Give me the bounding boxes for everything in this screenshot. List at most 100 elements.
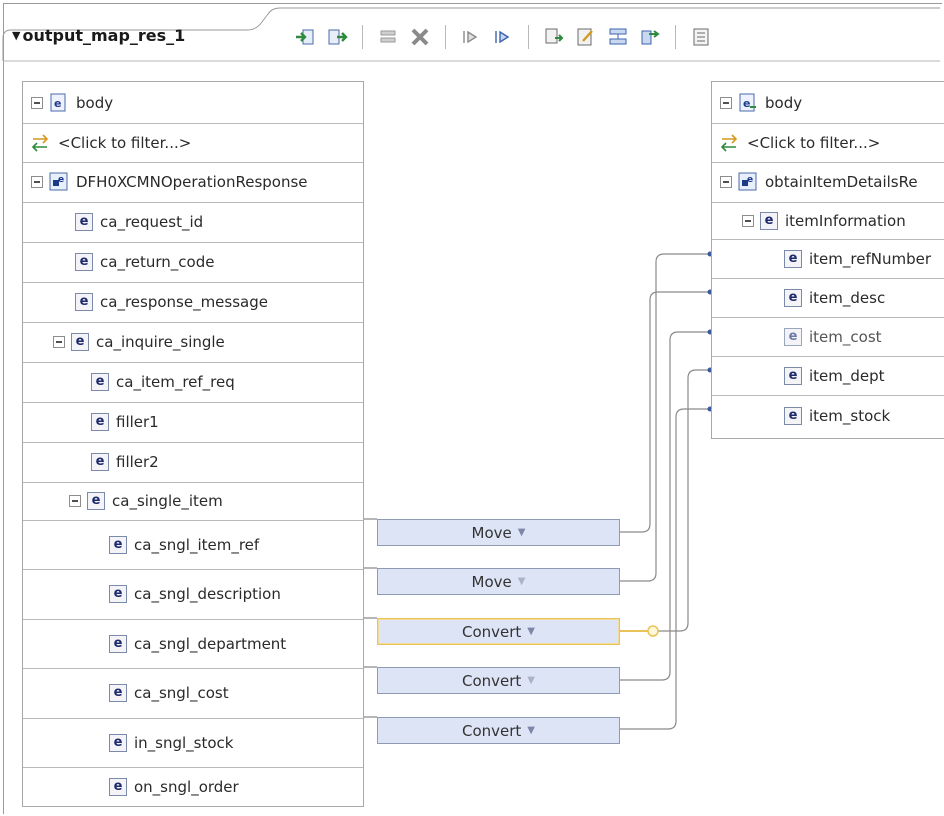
element-icon: e bbox=[109, 733, 127, 752]
tree-row[interactable]: e ca_sngl_description bbox=[23, 569, 363, 620]
tree-row[interactable]: e item_dept bbox=[712, 356, 944, 396]
dropdown-arrow-icon[interactable]: ▼ bbox=[527, 675, 535, 686]
tree-row[interactable]: e filler2 bbox=[23, 442, 363, 483]
element-icon: e bbox=[784, 288, 802, 307]
tree-row-label: ca_request_id bbox=[100, 213, 204, 231]
complex-type-icon: e bbox=[738, 172, 758, 192]
element-icon: e bbox=[109, 535, 127, 554]
collapse-icon[interactable] bbox=[69, 495, 81, 507]
filter-row[interactable]: <Click to filter...> bbox=[23, 123, 363, 163]
element-icon: e bbox=[784, 366, 802, 385]
tree-row-label: itemInformation bbox=[785, 211, 906, 230]
element-icon: e bbox=[109, 634, 127, 653]
element-icon: e bbox=[71, 333, 89, 351]
tree-row[interactable]: e item_refNumber bbox=[712, 239, 944, 279]
move-transform[interactable]: Move ▼ bbox=[377, 568, 620, 595]
svg-text:e: e bbox=[747, 175, 753, 185]
dropdown-arrow-icon[interactable]: ▼ bbox=[527, 725, 535, 736]
convert-transform[interactable]: Convert ▼ bbox=[377, 717, 620, 744]
transform-label: Move bbox=[471, 572, 512, 591]
tree-row-label: item_stock bbox=[809, 407, 891, 425]
tree-row[interactable]: e ca_sngl_department bbox=[23, 619, 363, 669]
dropdown-arrow-icon[interactable]: ▼ bbox=[518, 576, 526, 587]
tree-row-label: ca_single_item bbox=[112, 492, 223, 510]
collapse-icon[interactable] bbox=[53, 336, 65, 348]
element-icon: e bbox=[760, 211, 778, 230]
dropdown-arrow-icon[interactable]: ▼ bbox=[518, 527, 526, 538]
tree-root-row[interactable]: e body bbox=[712, 82, 944, 124]
element-icon: e bbox=[91, 413, 109, 431]
dropdown-arrow-icon[interactable]: ▼ bbox=[527, 626, 535, 637]
element-icon: e bbox=[784, 249, 802, 268]
tree-row[interactable]: e DFH0XCMNOperationResponse bbox=[23, 162, 363, 203]
filter-icon bbox=[31, 133, 51, 153]
tree-row[interactable]: e on_sngl_order bbox=[23, 767, 363, 806]
transform-label: Move bbox=[471, 523, 512, 542]
convert-transform[interactable]: Convert ▼ bbox=[377, 618, 620, 645]
filter-row[interactable]: <Click to filter...> bbox=[712, 123, 944, 163]
element-icon: e bbox=[109, 684, 127, 702]
move-transform[interactable]: Move ▼ bbox=[377, 519, 620, 546]
tree-row-label: ca_sngl_description bbox=[134, 585, 281, 603]
tree-row[interactable]: e ca_sngl_item_ref bbox=[23, 520, 363, 570]
tree-row[interactable]: e ca_single_item bbox=[23, 482, 363, 521]
svg-text:e: e bbox=[58, 175, 64, 185]
tree-row-label: ca_item_ref_req bbox=[116, 373, 235, 391]
element-icon: e bbox=[75, 213, 93, 231]
collapse-icon[interactable] bbox=[720, 96, 732, 109]
element-icon: e bbox=[91, 373, 109, 391]
filter-icon bbox=[720, 133, 740, 153]
tree-root-label: body bbox=[765, 93, 803, 112]
collapse-icon[interactable] bbox=[31, 176, 43, 188]
tree-row-label: filler1 bbox=[116, 413, 159, 431]
tree-row[interactable]: e ca_response_message bbox=[23, 282, 363, 323]
tree-row-label: DFH0XCMNOperationResponse bbox=[76, 173, 308, 191]
document-root-icon: e bbox=[49, 93, 69, 113]
tree-row[interactable]: e in_sngl_stock bbox=[23, 718, 363, 768]
element-icon: e bbox=[91, 453, 109, 471]
tree-row-label: item_dept bbox=[809, 366, 885, 385]
target-tree-panel: e body <Click to filter...> e obtainItem… bbox=[711, 81, 944, 439]
transform-label: Convert bbox=[461, 671, 522, 690]
tree-row[interactable]: e obtainItemDetailsRe bbox=[712, 162, 944, 203]
tree-row[interactable]: e item_cost bbox=[712, 317, 944, 357]
svg-text:e: e bbox=[743, 97, 750, 110]
source-tree-panel: e body <Click to filter...> e DFH0XCMNOp… bbox=[22, 81, 364, 807]
complex-type-icon: e bbox=[49, 172, 69, 192]
tree-row[interactable]: e ca_inquire_single bbox=[23, 322, 363, 363]
collapse-icon[interactable] bbox=[720, 176, 732, 188]
tree-row[interactable]: e ca_sngl_cost bbox=[23, 668, 363, 719]
tree-row-label: ca_sngl_cost bbox=[134, 684, 229, 702]
tree-row-label: obtainItemDetailsRe bbox=[765, 173, 918, 191]
tree-row-label: ca_response_message bbox=[100, 293, 268, 311]
tree-row[interactable]: e item_desc bbox=[712, 278, 944, 318]
collapse-icon[interactable] bbox=[742, 214, 754, 227]
element-icon: e bbox=[784, 407, 802, 425]
transform-label: Convert bbox=[461, 721, 522, 740]
convert-transform[interactable]: Convert ▼ bbox=[377, 667, 620, 694]
tree-row[interactable]: e item_stock bbox=[712, 395, 944, 437]
tree-row-label: ca_sngl_department bbox=[134, 634, 287, 653]
tree-row-label: ca_inquire_single bbox=[96, 333, 225, 351]
tree-row[interactable]: e itemInformation bbox=[712, 202, 944, 240]
element-icon: e bbox=[75, 293, 93, 311]
tree-row-label: filler2 bbox=[116, 453, 159, 471]
element-icon: e bbox=[784, 327, 802, 346]
element-icon: e bbox=[87, 492, 105, 510]
transform-label: Convert bbox=[461, 622, 522, 641]
tree-row[interactable]: e ca_return_code bbox=[23, 242, 363, 283]
tree-row[interactable]: e ca_item_ref_req bbox=[23, 362, 363, 403]
filter-text: <Click to filter...> bbox=[58, 133, 192, 152]
tree-row-label: item_refNumber bbox=[809, 249, 931, 268]
tree-root-row[interactable]: e body bbox=[23, 82, 363, 124]
svg-text:e: e bbox=[54, 97, 61, 110]
filter-text: <Click to filter...> bbox=[747, 133, 881, 152]
tree-row[interactable]: e ca_request_id bbox=[23, 202, 363, 243]
tree-row-label: ca_sngl_item_ref bbox=[134, 535, 260, 554]
element-icon: e bbox=[75, 253, 93, 271]
element-icon: e bbox=[109, 777, 127, 796]
tree-row-label: in_sngl_stock bbox=[134, 733, 234, 752]
document-root-icon: e bbox=[738, 93, 758, 113]
tree-row[interactable]: e filler1 bbox=[23, 402, 363, 443]
collapse-icon[interactable] bbox=[31, 96, 43, 109]
